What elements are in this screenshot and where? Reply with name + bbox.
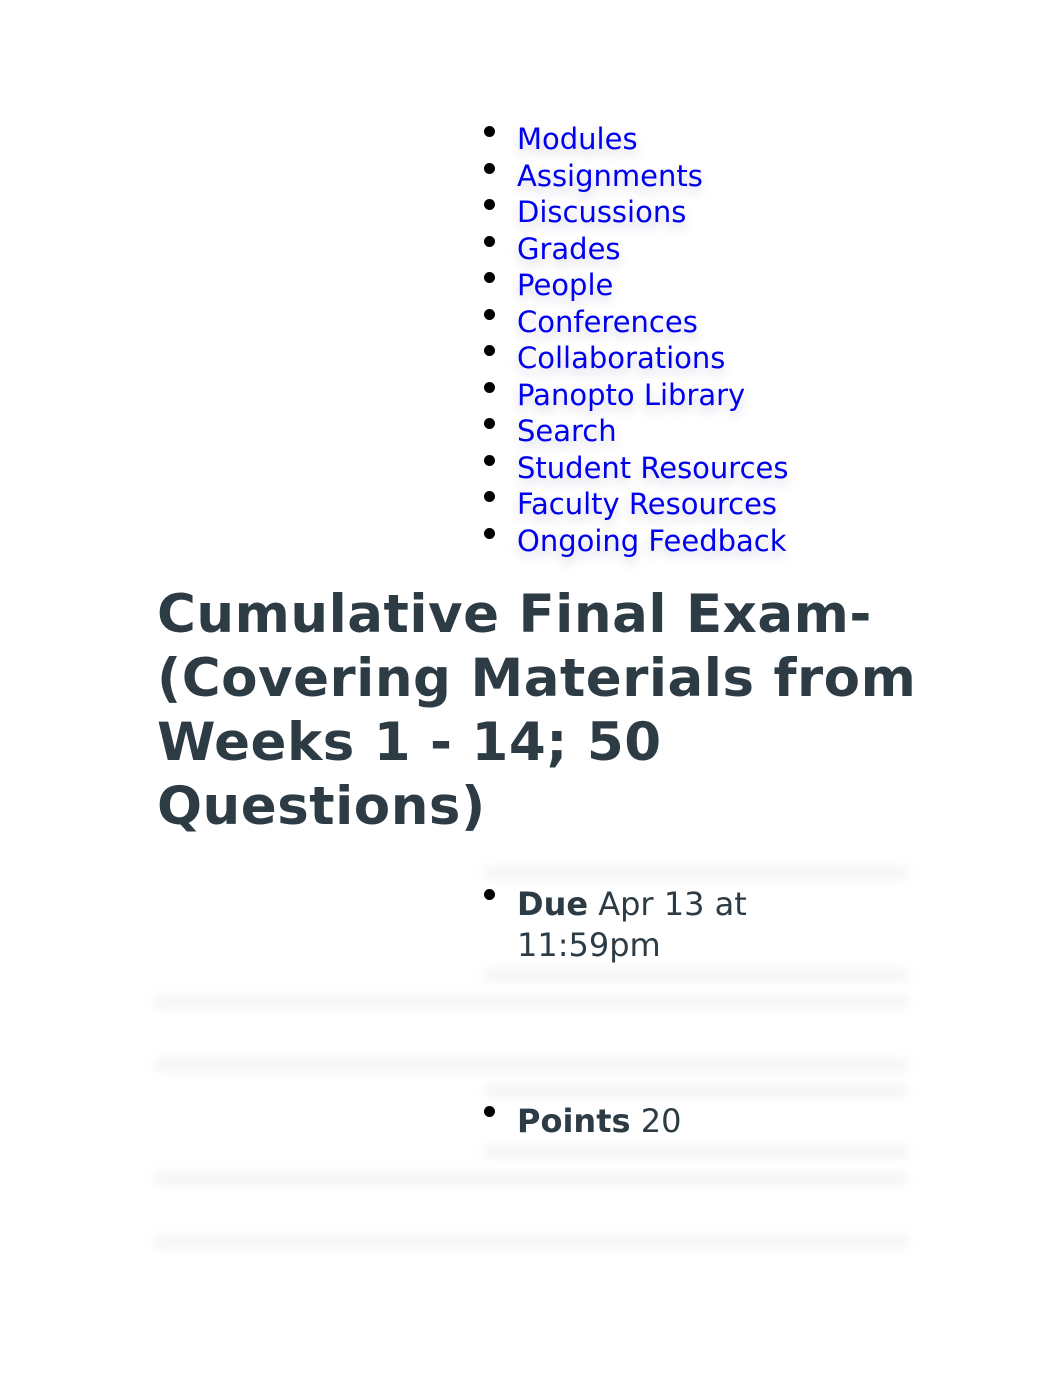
bullet-icon xyxy=(484,889,495,900)
nav-link-search[interactable]: Search xyxy=(517,414,617,448)
bullet-icon xyxy=(484,126,495,137)
row-divider xyxy=(484,1145,908,1159)
nav-link-collaborations[interactable]: Collaborations xyxy=(517,341,725,375)
bullet-icon xyxy=(484,454,495,466)
bullet-icon xyxy=(484,381,495,393)
row-divider xyxy=(154,995,908,1009)
nav-item-search: Search xyxy=(484,413,788,450)
due-item: Due Apr 13 at 11:59pm xyxy=(484,884,897,966)
row-divider xyxy=(154,1235,908,1249)
nav-item-people: People xyxy=(484,267,788,304)
bullet-icon xyxy=(484,491,495,502)
nav-item-conferences: Conferences xyxy=(484,304,788,341)
row-divider xyxy=(154,1172,908,1186)
bullet-icon xyxy=(484,235,495,247)
nav-item-discussions: Discussions xyxy=(484,194,788,231)
bullet-icon xyxy=(484,418,495,429)
nav-link-panopto-library[interactable]: Panopto Library xyxy=(517,378,745,412)
course-navigation: Modules Assignments Discussions Grades P… xyxy=(484,121,788,560)
points-item: Points 20 xyxy=(484,1101,897,1142)
nav-item-panopto-library: Panopto Library xyxy=(484,377,788,414)
nav-link-ongoing-feedback[interactable]: Ongoing Feedback xyxy=(517,524,787,558)
bullet-icon xyxy=(484,272,495,283)
nav-link-modules[interactable]: Modules xyxy=(517,122,638,156)
bullet-icon xyxy=(484,1106,495,1117)
bullet-icon xyxy=(484,199,495,210)
bullet-icon xyxy=(484,162,495,174)
bullet-icon xyxy=(484,308,495,320)
nav-link-grades[interactable]: Grades xyxy=(517,232,621,266)
row-divider xyxy=(484,968,908,982)
nav-item-grades: Grades xyxy=(484,231,788,268)
points-label: Points xyxy=(517,1102,631,1140)
bullet-icon xyxy=(484,345,495,356)
row-divider xyxy=(154,1058,908,1072)
nav-link-people[interactable]: People xyxy=(517,268,613,302)
nav-link-assignments[interactable]: Assignments xyxy=(517,159,703,193)
points-value: 20 xyxy=(640,1102,682,1140)
nav-link-faculty-resources[interactable]: Faculty Resources xyxy=(517,487,777,521)
bullet-icon xyxy=(484,527,495,539)
nav-item-collaborations: Collaborations xyxy=(484,340,788,377)
nav-item-faculty-resources: Faculty Resources xyxy=(484,486,788,523)
nav-link-student-resources[interactable]: Student Resources xyxy=(517,451,788,485)
nav-item-student-resources: Student Resources xyxy=(484,450,788,487)
nav-item-assignments: Assignments xyxy=(484,158,788,195)
nav-link-discussions[interactable]: Discussions xyxy=(517,195,686,229)
nav-item-modules: Modules xyxy=(484,121,788,158)
points-details: Points 20 xyxy=(484,1101,897,1142)
due-details: Due Apr 13 at 11:59pm xyxy=(484,884,897,966)
row-divider xyxy=(484,866,908,880)
nav-item-ongoing-feedback: Ongoing Feedback xyxy=(484,523,788,560)
due-label: Due xyxy=(517,885,589,923)
row-divider xyxy=(484,1084,908,1098)
assignment-title: Cumulative Final Exam-(Covering Material… xyxy=(157,584,917,837)
nav-link-conferences[interactable]: Conferences xyxy=(517,305,698,339)
